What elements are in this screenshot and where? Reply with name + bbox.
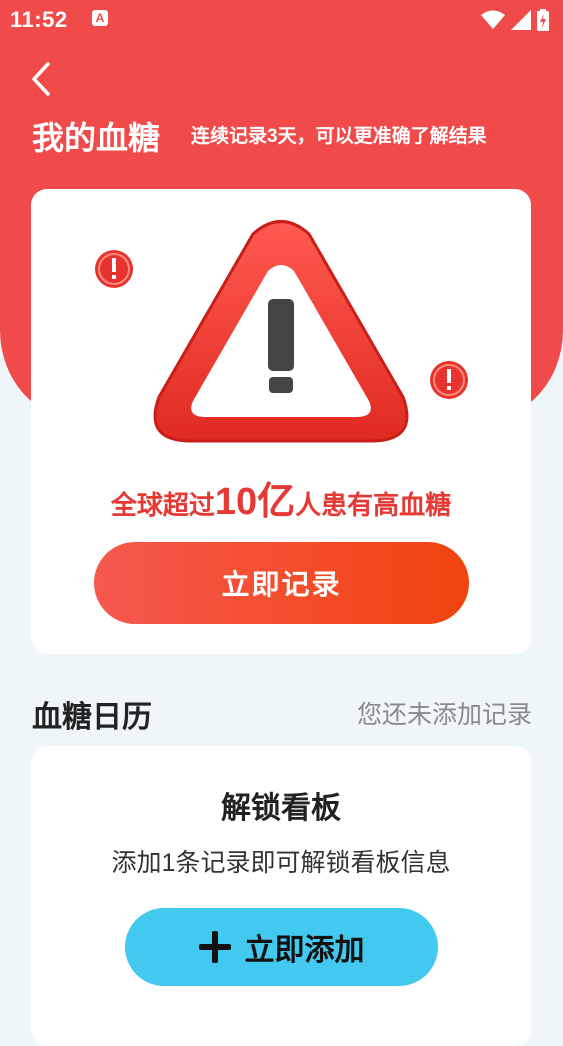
- dashboard-title: 解锁看板: [221, 792, 341, 825]
- add-now-label: 立即添加: [244, 934, 365, 967]
- page-subtitle: 连续记录3天，可以更准确了解结果: [191, 126, 487, 147]
- signal-icon: [511, 10, 531, 30]
- dashboard-description: 添加1条记录即可解锁看板信息: [111, 849, 451, 877]
- plus-icon: [198, 931, 231, 963]
- app-notification-icon: A: [92, 10, 108, 26]
- page-title: 我的血糖: [32, 120, 161, 156]
- warning-card: 全球超过10亿人患有高血糖 立即记录: [31, 189, 531, 654]
- battery-charging-icon: [537, 9, 549, 31]
- back-button[interactable]: [28, 60, 58, 98]
- dashboard-card: 解锁看板 添加1条记录即可解锁看板信息 立即添加: [31, 746, 531, 1046]
- warning-text-before: 全球超过: [110, 490, 215, 520]
- warning-text-number: 10亿: [214, 481, 296, 523]
- calendar-status: 您还未添加记录: [356, 701, 532, 729]
- calendar-title: 血糖日历: [32, 701, 152, 734]
- status-time: 11:52: [10, 7, 68, 32]
- warning-text-after: 人患有高血糖: [295, 490, 452, 520]
- warning-message: 全球超过10亿人患有高血糖: [31, 470, 531, 525]
- wifi-icon: [481, 10, 505, 29]
- chevron-left-icon: [32, 62, 50, 96]
- status-icons: [481, 9, 549, 31]
- warning-triangle-icon: [95, 220, 468, 443]
- record-now-button[interactable]: 立即记录: [94, 542, 469, 624]
- status-bar: 11:52 A: [0, 0, 563, 40]
- add-now-button[interactable]: 立即添加: [125, 908, 438, 986]
